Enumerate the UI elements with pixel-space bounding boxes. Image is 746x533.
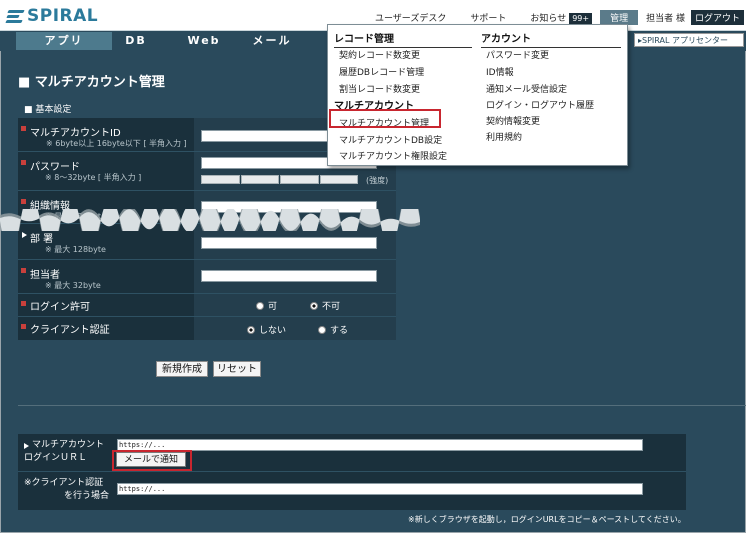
login-deny-radio[interactable]: 不可	[310, 299, 340, 312]
notice-badge: 99+	[569, 12, 593, 24]
radio-off-icon	[318, 325, 326, 334]
notice-label: お知らせ	[530, 13, 567, 24]
form-label-cell: クライアント認証	[18, 317, 194, 340]
field-label: マルチアカウントID	[30, 128, 121, 139]
password-strength-meter	[201, 175, 359, 184]
app-center-link[interactable]: ▸SPIRAL アプリセンター	[634, 33, 744, 47]
admin-dropdown-menu: レコード管理 契約レコード数変更 履歴DBレコード管理 割当レコード数変更 マル…	[327, 24, 628, 166]
required-marker	[21, 199, 26, 204]
client-auth-url-row: ※クライアント認証 を行う場合 https://...	[18, 472, 686, 510]
login-allow-radio[interactable]: 可	[256, 299, 277, 312]
create-button[interactable]: 新規作成	[156, 361, 208, 377]
dropdown-section-account: アカウント	[481, 30, 621, 48]
divider	[18, 405, 746, 406]
dropdown-section-record: レコード管理	[334, 30, 472, 48]
support-link[interactable]: サポート	[458, 11, 518, 24]
radio-label: しない	[259, 326, 287, 336]
admin-menu-button[interactable]: 管理	[600, 9, 639, 25]
required-marker	[21, 301, 26, 306]
form-label-cell: 担当者 ※ 最大 32byte	[18, 260, 194, 293]
menu-item-contract-records[interactable]: 契約レコード数変更	[339, 48, 420, 61]
form-row-client-auth: クライアント認証 しない する	[18, 317, 396, 340]
login-url-label-1: マルチアカウント	[32, 440, 105, 450]
menu-item-allocated-records[interactable]: 割当レコード数変更	[339, 82, 420, 95]
radio-off-icon	[256, 301, 264, 310]
menu-item-contract-info[interactable]: 契約情報変更	[486, 114, 540, 127]
form-label-cell: ログイン許可	[18, 294, 194, 316]
field-note: ※ 6byte以上 16byte以下 [ 半角入力 ]	[46, 139, 187, 148]
page-title: ■ マルチアカウント管理	[18, 75, 165, 90]
form-label-cell: マルチアカウントID ※ 6byte以上 16byte以下 [ 半角入力 ]	[18, 118, 194, 151]
reset-button[interactable]: リセット	[213, 361, 261, 377]
required-marker	[21, 324, 26, 329]
required-marker	[21, 126, 26, 131]
spiral-logo[interactable]: SPIRAL	[5, 5, 99, 27]
client-url-label-1: ※クライアント認証	[24, 478, 104, 488]
contact-input[interactable]	[201, 270, 377, 282]
form-label-cell: パスワード ※ 8～32byte [ 半角入力 ]	[18, 152, 194, 190]
logo-icon	[5, 8, 25, 24]
radio-on-icon	[310, 301, 318, 310]
login-url-table: マルチアカウント ログインＵＲＬ https://... ※クライアント認証 を…	[18, 434, 686, 510]
form-row-contact: 担当者 ※ 最大 32byte	[18, 260, 396, 294]
field-label: 部 署	[30, 234, 54, 245]
tab-app[interactable]: アプリ	[16, 32, 112, 50]
torn-edge-graphic	[0, 209, 420, 231]
required-marker	[21, 160, 26, 165]
client-auth-off-radio[interactable]: しない	[247, 323, 286, 336]
menu-item-notification-settings[interactable]: 通知メール受信設定	[486, 82, 567, 95]
menu-item-id-info[interactable]: ID情報	[486, 65, 514, 78]
department-input[interactable]	[201, 237, 377, 249]
field-label: ログイン許可	[30, 302, 90, 313]
tab-db[interactable]: DB	[112, 32, 160, 50]
strength-label: (強度)	[366, 176, 389, 185]
radio-on-icon	[247, 325, 255, 334]
triangle-icon	[24, 443, 29, 449]
menu-item-history-db[interactable]: 履歴DBレコード管理	[339, 65, 424, 78]
field-label: 担当者	[30, 270, 60, 281]
radio-label: 不可	[322, 302, 341, 312]
login-url-label-2: ログインＵＲＬ	[24, 453, 88, 463]
login-url-field[interactable]: https://...	[117, 439, 643, 451]
logout-button[interactable]: ログアウト	[690, 9, 744, 25]
menu-item-multiaccount-permissions[interactable]: マルチアカウント権限設定	[339, 149, 447, 162]
client-auth-url-field[interactable]: https://...	[117, 483, 643, 495]
field-note: ※ 最大 128byte	[45, 245, 106, 254]
field-note: ※ 最大 32byte	[45, 281, 101, 290]
header-links: ユーザーズデスク サポート お知らせ 99+ 管理 担当者 様 ログアウト	[363, 9, 746, 25]
radio-label: 可	[268, 302, 278, 312]
field-note: ※ 8～32byte [ 半角入力 ]	[45, 173, 142, 182]
field-label: クライアント認証	[30, 325, 110, 336]
client-url-label-2: を行う場合	[64, 491, 110, 501]
field-label: パスワード	[30, 162, 80, 173]
menu-item-terms[interactable]: 利用規約	[486, 130, 522, 143]
required-marker	[21, 268, 26, 273]
menu-item-password-change[interactable]: パスワード変更	[486, 48, 549, 61]
logo-text: SPIRAL	[27, 6, 99, 26]
mail-button-highlight	[112, 450, 192, 471]
menu-item-login-history[interactable]: ログイン・ログアウト履歴	[486, 98, 594, 111]
user-name: 担当者 様	[646, 13, 685, 24]
tab-web[interactable]: Web	[176, 32, 232, 50]
menu-item-highlight	[329, 109, 441, 128]
tab-mail[interactable]: メール	[244, 32, 300, 50]
users-desk-link[interactable]: ユーザーズデスク	[363, 11, 458, 24]
radio-label: する	[330, 326, 349, 336]
triangle-icon	[22, 232, 27, 238]
form-row-login-permission: ログイン許可 可 不可	[18, 294, 396, 317]
menu-item-multiaccount-db[interactable]: マルチアカウントDB設定	[339, 133, 442, 146]
url-note: ※新しくブラウザを起動し，ログインURLをコピー＆ペーストしてください。	[408, 515, 686, 524]
client-auth-on-radio[interactable]: する	[318, 323, 348, 336]
section-heading: ■ 基本設定	[24, 105, 72, 115]
notice-link[interactable]: お知らせ 99+	[518, 11, 593, 24]
